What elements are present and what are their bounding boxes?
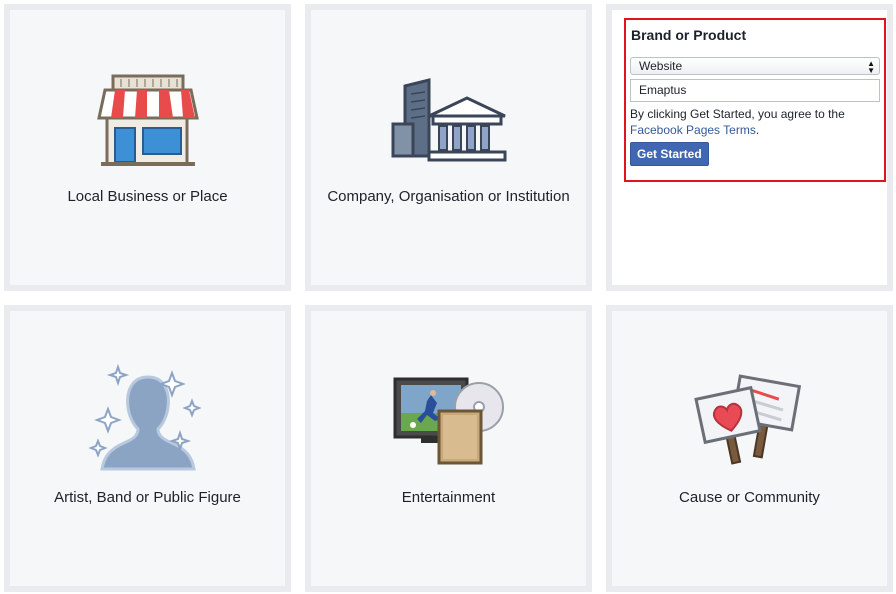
storefront-icon bbox=[10, 72, 285, 172]
silhouette-sparkles-icon bbox=[10, 363, 285, 475]
tile-cause[interactable]: Cause or Community bbox=[606, 305, 893, 592]
tile-label: Local Business or Place bbox=[67, 188, 228, 205]
terms-notice: By clicking Get Started, you agree to th… bbox=[630, 106, 880, 138]
tile-label: Entertainment bbox=[401, 489, 496, 506]
terms-suffix: . bbox=[755, 123, 760, 137]
tile-label: Artist, Band or Public Figure bbox=[54, 489, 241, 506]
terms-text: By clicking Get Started, you agree to th… bbox=[630, 107, 845, 121]
tile-local-business[interactable]: Local Business or Place bbox=[4, 4, 291, 291]
tile-artist[interactable]: Artist, Band or Public Figure bbox=[4, 305, 291, 592]
get-started-button[interactable]: Get Started bbox=[630, 142, 709, 166]
tv-disc-book-icon bbox=[311, 373, 586, 469]
select-arrows-icon: ▲ ▼ bbox=[867, 59, 875, 75]
brand-product-form: Brand or Product Website ▲ ▼ Emaptus By c… bbox=[624, 18, 886, 182]
tile-label: Company, Organisation or Institution bbox=[327, 188, 570, 205]
office-buildings-icon bbox=[311, 76, 586, 168]
tile-label: Cause or Community bbox=[679, 489, 820, 506]
protest-signs-icon bbox=[612, 373, 887, 469]
category-select-value: Website bbox=[639, 59, 683, 73]
tile-entertainment[interactable]: Entertainment bbox=[305, 305, 592, 592]
category-select[interactable]: Website ▲ ▼ bbox=[630, 57, 880, 75]
page-name-input[interactable]: Emaptus bbox=[630, 79, 880, 102]
form-title: Brand or Product bbox=[631, 27, 747, 43]
terms-link[interactable]: Facebook Pages Terms bbox=[630, 123, 756, 137]
tile-company[interactable]: Company, Organisation or Institution bbox=[305, 4, 592, 291]
tile-brand-product: Brand or Product Website ▲ ▼ Emaptus By c… bbox=[606, 4, 893, 291]
